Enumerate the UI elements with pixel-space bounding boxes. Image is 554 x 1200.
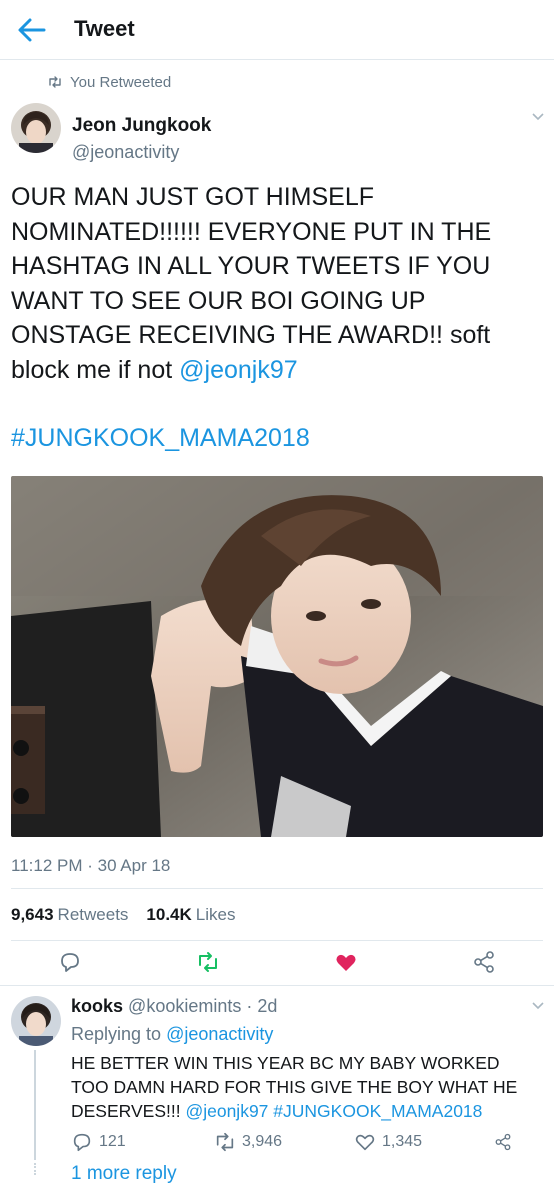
retweet-icon (49, 76, 61, 88)
back-button[interactable] (14, 14, 48, 46)
reply-like-button[interactable]: 1,345 (354, 1131, 422, 1153)
arrow-left-icon (18, 18, 46, 42)
reply-retweet-count: 3,946 (242, 1133, 283, 1150)
retweet-icon (199, 952, 217, 972)
tweet-text-line: OUR MAN JUST GOT HIMSELF (11, 183, 375, 211)
tweet-text-line: HASHTAG IN ALL YOUR TWEETS IF YOU (11, 252, 491, 281)
divider (11, 940, 543, 941)
tweet-timestamp: 11:12 PM · 30 Apr 18 (11, 856, 171, 875)
retweet-icon (216, 1132, 234, 1152)
chevron-down-icon (532, 1002, 544, 1010)
retweets-count[interactable]: 9,643 (11, 905, 54, 925)
author-handle[interactable]: @jeonactivity (72, 142, 179, 163)
tweet-text-line: NOMINATED!!!!!! EVERYONE PUT IN THE (11, 217, 492, 246)
reply-mention-link[interactable]: @jeonjk97 (185, 1101, 268, 1121)
share-icon (474, 951, 494, 973)
reply-author-handle-time[interactable]: @kookiemints · 2d (128, 996, 277, 1016)
retweet-button[interactable] (196, 950, 220, 974)
tweet-text-line: block me if not @jeonjk97 (11, 353, 547, 388)
divider (0, 985, 554, 986)
top-bar: Tweet (0, 0, 554, 60)
retweet-indicator: You Retweeted (48, 72, 171, 92)
reply-author-avatar[interactable] (11, 996, 61, 1046)
hashtag-link[interactable]: #JUNGKOOK_MAMA2018 (11, 424, 310, 453)
reply-icon (61, 953, 79, 972)
likes-label[interactable]: Likes (196, 905, 236, 925)
reply-icon (73, 1133, 91, 1152)
tweet-text-line: WANT TO SEE OUR BOI GOING UP (11, 286, 426, 315)
retweet-indicator-label: You Retweeted (70, 73, 172, 91)
reply-header: kooks @kookiemints · 2d (71, 996, 277, 1017)
likes-count[interactable]: 10.4K (146, 905, 191, 925)
page-title: Tweet (74, 16, 135, 41)
heart-icon (336, 954, 356, 971)
tweet-text-line: ONSTAGE RECEIVING THE AWARD!! soft (11, 321, 491, 350)
reply-retweet-button[interactable]: 3,946 (214, 1131, 282, 1153)
chevron-down-icon (532, 113, 544, 121)
tweet-options-button[interactable] (531, 109, 545, 121)
replying-to-link[interactable]: @jeonactivity (166, 1024, 273, 1044)
photo-image (11, 476, 543, 837)
reply-text: HE BETTER WIN THIS YEAR BC MY BABY WORKE… (71, 1051, 541, 1123)
author-name[interactable]: Jeon Jungkook (72, 115, 211, 137)
mention-link[interactable]: @jeonjk97 (179, 356, 298, 384)
reply-author-name[interactable]: kooks (71, 996, 123, 1016)
reply-hashtag-link[interactable]: #JUNGKOOK_MAMA2018 (273, 1101, 482, 1121)
tweet-photo[interactable] (11, 476, 543, 837)
reply-reply-button[interactable]: 121 (71, 1131, 126, 1153)
reply-options-button[interactable] (531, 998, 545, 1010)
avatar-image (11, 103, 61, 153)
retweets-label[interactable]: Retweets (58, 905, 129, 925)
reply-like-count: 1,345 (382, 1133, 423, 1150)
divider (11, 888, 543, 889)
reply-button[interactable] (58, 950, 82, 974)
more-replies-link[interactable]: 1 more reply (71, 1163, 177, 1185)
tweet-stats: 9,643 Retweets 10.4K Likes (11, 905, 235, 925)
thread-line (34, 1050, 36, 1160)
replying-to-prefix: Replying to (71, 1024, 167, 1044)
avatar-image (11, 996, 61, 1046)
like-button[interactable] (334, 950, 358, 974)
replying-to: Replying to @jeonactivity (71, 1024, 273, 1045)
share-button[interactable] (472, 950, 496, 974)
heart-outline-icon (355, 1134, 375, 1151)
tweet-text: OUR MAN JUST GOT HIMSELF NOMINATED!!!!!!… (11, 180, 547, 388)
thread-dots (34, 1163, 36, 1175)
reply-share-button[interactable] (494, 1131, 518, 1153)
reply-count: 121 (99, 1133, 126, 1150)
author-avatar[interactable] (11, 103, 61, 153)
share-icon (495, 1133, 511, 1151)
tweet-text-line-start: block me if not (11, 355, 180, 384)
